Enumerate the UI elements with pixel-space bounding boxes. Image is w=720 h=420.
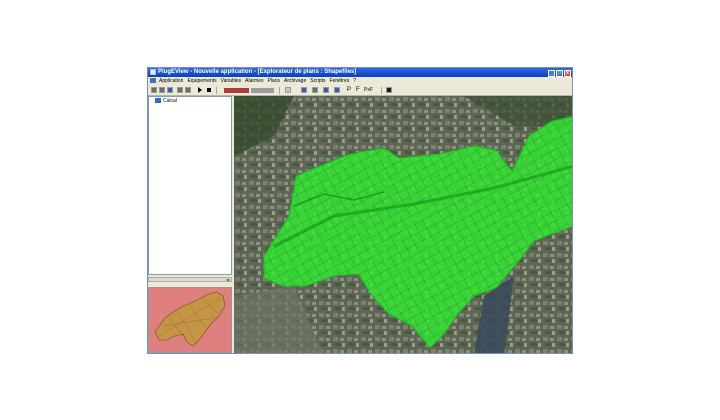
window-title: PlugEView - Nouvelle application - [Expl…: [158, 69, 357, 75]
overview-map[interactable]: [148, 287, 232, 353]
f-button[interactable]: F: [356, 86, 360, 94]
document-menu-icon[interactable]: [150, 78, 156, 83]
menu-archivage[interactable]: Archivage: [282, 77, 308, 85]
layers-icon[interactable]: [301, 87, 307, 93]
title-bar[interactable]: PlugEView - Nouvelle application - [Expl…: [148, 68, 572, 77]
menu-equipements[interactable]: Equipements: [185, 77, 218, 85]
pxf-button[interactable]: PxF: [364, 86, 373, 94]
p-button[interactable]: P: [347, 86, 351, 94]
map-view[interactable]: [234, 96, 572, 353]
zoom-icon[interactable]: [285, 87, 291, 93]
map-canvas: [234, 96, 572, 353]
tree-horizontal-scrollbar[interactable]: ◂▸: [148, 277, 232, 282]
menu-help[interactable]: ?: [351, 77, 358, 85]
menu-fenetres[interactable]: Fenêtres: [328, 77, 352, 85]
print-preview-icon[interactable]: [312, 87, 318, 93]
open-icon[interactable]: [159, 87, 165, 93]
save-icon[interactable]: [167, 87, 173, 93]
tree-node[interactable]: Calcal: [155, 98, 177, 104]
stop-icon[interactable]: [207, 88, 211, 92]
terminal-icon[interactable]: [386, 87, 392, 93]
minimize-button[interactable]: _: [548, 70, 555, 77]
properties-icon[interactable]: [185, 87, 191, 93]
menu-application[interactable]: Application: [157, 77, 185, 85]
zoom-slider[interactable]: [251, 88, 274, 93]
speed-slider[interactable]: [224, 88, 249, 93]
maximize-button[interactable]: □: [556, 70, 563, 77]
overview-map-canvas: [149, 288, 231, 352]
scroll-arrows-icon[interactable]: ◂▸: [226, 278, 230, 282]
new-icon[interactable]: [151, 87, 157, 93]
play-icon[interactable]: [198, 87, 202, 93]
window-controls: _ □ x: [547, 69, 571, 77]
menu-alarmes[interactable]: Alarmes: [243, 77, 265, 85]
table-icon[interactable]: [334, 87, 340, 93]
left-panel: Calcal ◂▸: [148, 96, 234, 353]
toolbar-separator: [279, 87, 280, 94]
menu-bar: Application Equipements Variables Alarmes Pl…: [148, 77, 572, 85]
print-icon[interactable]: [177, 87, 183, 93]
menu-scripts[interactable]: Scripts: [308, 77, 327, 85]
toolbar-separator: [381, 87, 382, 94]
plan-tree[interactable]: Calcal: [148, 96, 232, 275]
grid-icon[interactable]: [323, 87, 329, 93]
application-window: PlugEView - Nouvelle application - [Expl…: [147, 67, 573, 354]
app-icon: [150, 69, 156, 75]
map-layer-icon: [155, 98, 161, 103]
tree-node-label: Calcal: [163, 98, 177, 104]
close-button[interactable]: x: [564, 70, 571, 77]
toolbar: P F PxF: [148, 85, 572, 96]
menu-variables[interactable]: Variables: [219, 77, 243, 85]
menu-plans[interactable]: Plans: [265, 77, 282, 85]
toolbar-separator: [216, 87, 217, 94]
